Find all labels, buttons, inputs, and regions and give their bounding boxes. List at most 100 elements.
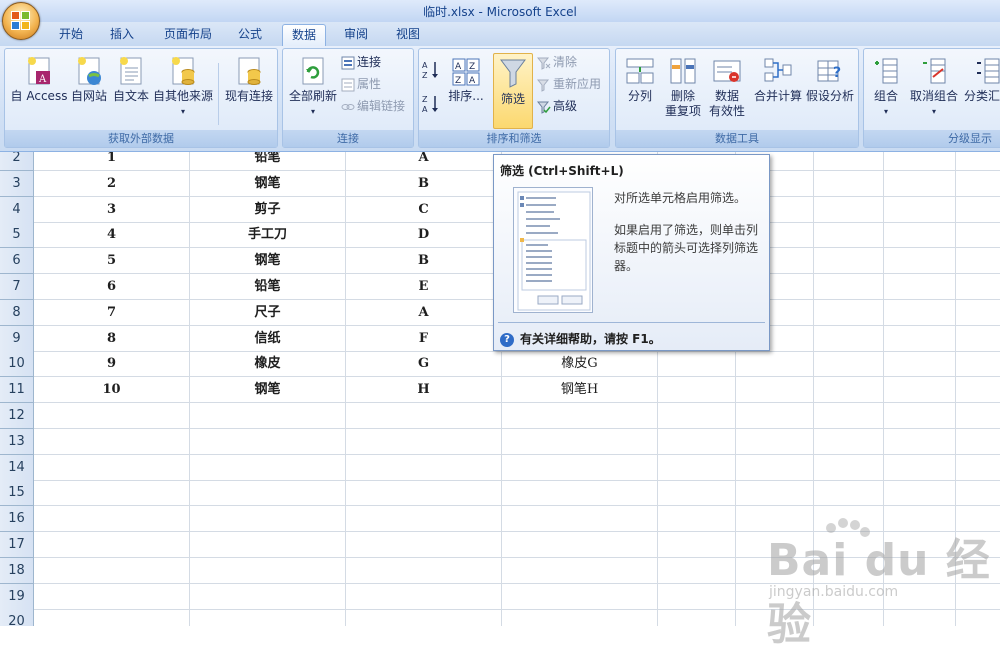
cell-b[interactable]: [190, 403, 346, 429]
subtotal-button[interactable]: 分类汇总: [962, 55, 1000, 104]
tab-view[interactable]: 视图: [386, 24, 430, 46]
cell-f[interactable]: [736, 377, 814, 403]
tab-review[interactable]: 审阅: [334, 24, 378, 46]
cell-h[interactable]: [884, 429, 956, 455]
cell-i[interactable]: [956, 455, 1000, 481]
cell-g[interactable]: [814, 248, 884, 274]
cell-b[interactable]: 信纸: [190, 326, 346, 352]
cell-b[interactable]: [190, 609, 346, 626]
cell-g[interactable]: [814, 197, 884, 223]
cell-d[interactable]: [502, 455, 658, 481]
row-header[interactable]: 15: [0, 480, 34, 506]
cell-h[interactable]: [884, 274, 956, 300]
cell-b[interactable]: 橡皮: [190, 351, 346, 377]
cell-h[interactable]: [884, 300, 956, 326]
cell-c[interactable]: B: [346, 248, 502, 274]
cell-e[interactable]: [658, 558, 736, 584]
cell-h[interactable]: [884, 197, 956, 223]
data-validation-button[interactable]: 数据 有效性: [704, 55, 750, 119]
cell-c[interactable]: D: [346, 222, 502, 248]
cell-d[interactable]: [502, 584, 658, 610]
row-header[interactable]: 20: [0, 609, 34, 626]
row-header[interactable]: 7: [0, 274, 34, 300]
refresh-all-button[interactable]: 全部刷新 ▾: [285, 55, 341, 119]
remove-duplicates-button[interactable]: 删除 重复项: [660, 55, 706, 119]
cell-a[interactable]: 3: [34, 197, 190, 223]
from-other-sources-button[interactable]: 自其他来源 ▾: [151, 55, 215, 119]
cell-c[interactable]: F: [346, 326, 502, 352]
row-header[interactable]: 11: [0, 377, 34, 403]
cell-h[interactable]: [884, 171, 956, 197]
cell-c[interactable]: [346, 584, 502, 610]
cell-d[interactable]: 钢笔H: [502, 377, 658, 403]
cell-a[interactable]: [34, 403, 190, 429]
group-button[interactable]: 组合 ▾: [866, 55, 906, 119]
cell-a[interactable]: [34, 532, 190, 558]
tab-home[interactable]: 开始: [50, 24, 92, 46]
cell-a[interactable]: [34, 609, 190, 626]
cell-h[interactable]: [884, 222, 956, 248]
cell-h[interactable]: [884, 403, 956, 429]
cell-c[interactable]: H: [346, 377, 502, 403]
cell-d[interactable]: [502, 609, 658, 626]
cell-d[interactable]: [502, 558, 658, 584]
what-if-analysis-button[interactable]: ? 假设分析: [804, 55, 856, 104]
cell-i[interactable]: [956, 480, 1000, 506]
cell-h[interactable]: [884, 248, 956, 274]
cell-e[interactable]: [658, 532, 736, 558]
cell-h[interactable]: [884, 480, 956, 506]
cell-c[interactable]: G: [346, 351, 502, 377]
cell-b[interactable]: [190, 455, 346, 481]
cell-a[interactable]: [34, 506, 190, 532]
row-header[interactable]: 10: [0, 351, 34, 377]
existing-connections-button[interactable]: 现有连接: [221, 55, 277, 104]
reapply-button[interactable]: 重新应用: [536, 75, 601, 93]
cell-b[interactable]: [190, 480, 346, 506]
row-header[interactable]: 2: [0, 152, 34, 171]
cell-a[interactable]: 6: [34, 274, 190, 300]
cell-h[interactable]: [884, 377, 956, 403]
cell-f[interactable]: [736, 403, 814, 429]
cell-g[interactable]: [814, 455, 884, 481]
row-header[interactable]: 13: [0, 429, 34, 455]
sort-button[interactable]: A Z Z A 排序...: [445, 55, 487, 104]
consolidate-button[interactable]: 合并计算: [750, 55, 806, 104]
from-text-button[interactable]: 自文本: [109, 55, 153, 104]
cell-i[interactable]: [956, 197, 1000, 223]
cell-g[interactable]: [814, 326, 884, 352]
cell-b[interactable]: 铅笔: [190, 274, 346, 300]
cell-a[interactable]: 10: [34, 377, 190, 403]
advanced-filter-button[interactable]: 高级: [536, 97, 577, 115]
cell-d[interactable]: 橡皮G: [502, 351, 658, 377]
cell-i[interactable]: [956, 326, 1000, 352]
row-header[interactable]: 3: [0, 171, 34, 197]
cell-i[interactable]: [956, 429, 1000, 455]
cell-f[interactable]: [736, 455, 814, 481]
cell-b[interactable]: 钢笔: [190, 248, 346, 274]
cell-b[interactable]: 铅笔: [190, 152, 346, 171]
cell-i[interactable]: [956, 248, 1000, 274]
cell-b[interactable]: 钢笔: [190, 377, 346, 403]
row-header[interactable]: 4: [0, 197, 34, 223]
ungroup-button[interactable]: 取消组合 ▾: [906, 55, 962, 119]
cell-e[interactable]: [658, 429, 736, 455]
cell-a[interactable]: [34, 584, 190, 610]
cell-i[interactable]: [956, 171, 1000, 197]
cell-b[interactable]: 剪子: [190, 197, 346, 223]
row-header[interactable]: 12: [0, 403, 34, 429]
cell-c[interactable]: A: [346, 152, 502, 171]
cell-d[interactable]: [502, 403, 658, 429]
cell-b[interactable]: 手工刀: [190, 222, 346, 248]
cell-h[interactable]: [884, 455, 956, 481]
cell-i[interactable]: [956, 300, 1000, 326]
cell-i[interactable]: [956, 403, 1000, 429]
office-button[interactable]: [2, 2, 40, 40]
cell-g[interactable]: [814, 171, 884, 197]
row-header[interactable]: 18: [0, 558, 34, 584]
sort-descending-button[interactable]: ZA: [421, 93, 443, 119]
cell-e[interactable]: [658, 506, 736, 532]
cell-g[interactable]: [814, 377, 884, 403]
cell-g[interactable]: [814, 429, 884, 455]
cell-c[interactable]: [346, 403, 502, 429]
cell-g[interactable]: [814, 300, 884, 326]
